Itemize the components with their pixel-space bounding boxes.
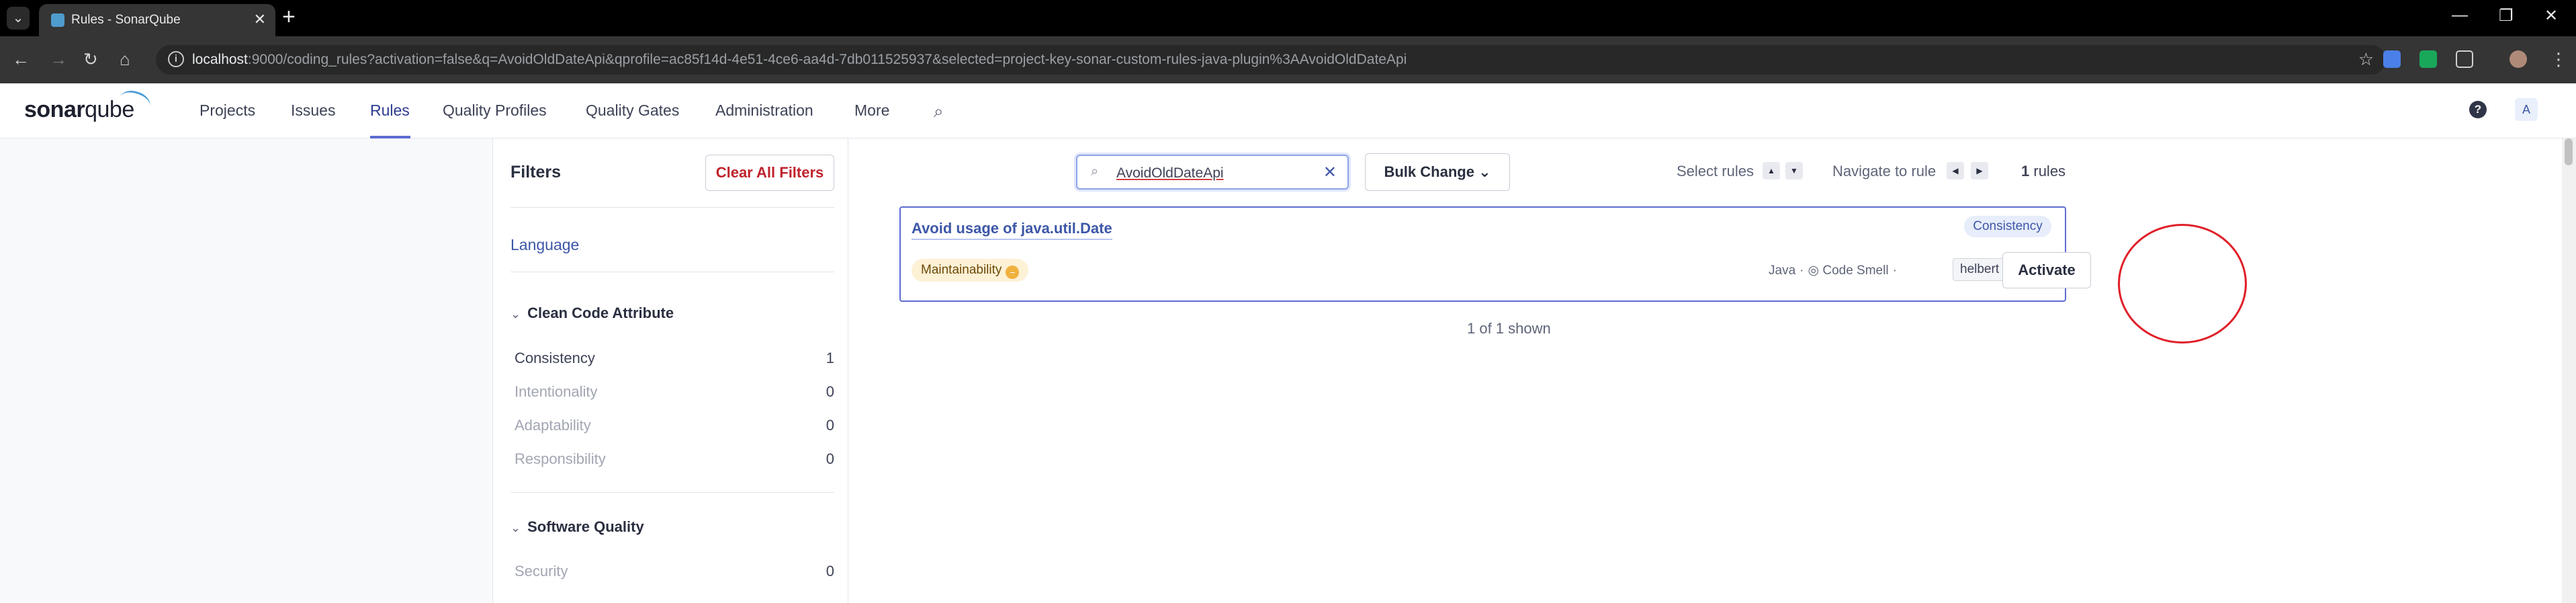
chevron-down-icon: ⌄ <box>510 307 521 321</box>
help-icon[interactable]: ? <box>2469 101 2487 118</box>
address-bar[interactable]: i localhost:9000/coding_rules?activation… <box>156 45 2386 75</box>
filters-sidebar: Filters Clear All Filters Language ⌄ Clea… <box>492 138 848 603</box>
software-quality-badge[interactable]: Maintainability − <box>912 259 1029 282</box>
nav-quality-profiles[interactable]: Quality Profiles <box>443 102 547 120</box>
nav-issues[interactable]: Issues <box>291 102 335 120</box>
sonarqube-logo[interactable]: sonarqube <box>24 97 134 123</box>
tab-search-chevron-icon[interactable]: ⌄ <box>7 7 30 30</box>
navigate-prev-rule-button[interactable]: ◀ <box>1947 162 1964 179</box>
nav-quality-gates[interactable]: Quality Gates <box>586 102 679 120</box>
new-tab-plus-icon[interactable]: + <box>282 5 296 28</box>
nav-projects[interactable]: Projects <box>199 102 255 120</box>
search-icon[interactable]: ⌕ <box>934 101 944 122</box>
severity-icon: − <box>1006 266 1020 279</box>
navigate-next-rule-button[interactable]: ▶ <box>1971 162 1988 179</box>
profile-avatar-icon[interactable] <box>2510 50 2527 68</box>
user-avatar[interactable]: A <box>2515 98 2538 121</box>
rule-language: Java <box>1769 264 1796 278</box>
rule-tag[interactable]: helbert <box>1953 258 2007 281</box>
select-next-rule-button[interactable]: ▼ <box>1785 162 1803 179</box>
rules-count: 1 rules <box>2021 163 2066 179</box>
browser-menu-icon[interactable]: ⋮ <box>2550 48 2567 71</box>
rules-main-panel: ⌕ AvoidOldDateApi ✕ Bulk Change ⌄ Select… <box>849 138 2576 603</box>
software-quality-header[interactable]: ⌄ Software Quality <box>510 518 644 536</box>
select-previous-rule-button[interactable]: ▲ <box>1763 162 1780 179</box>
clean-code-attribute-header[interactable]: ⌄ Clean Code Attribute <box>510 305 674 322</box>
select-rules-label: Select rules <box>1677 163 1754 179</box>
filters-title: Filters <box>510 163 562 182</box>
rule-type: Code Smell <box>1822 264 1889 278</box>
restore-icon[interactable]: ❐ <box>2499 6 2514 26</box>
clean-code-attribute-badge[interactable]: Consistency <box>1964 216 2051 237</box>
tab-close-icon[interactable]: ✕ <box>254 11 266 28</box>
divider <box>510 492 834 493</box>
minimize-icon[interactable]: — <box>2452 6 2468 25</box>
code-smell-icon: ◎ <box>1808 264 1820 278</box>
sonarqube-header: sonarqube Projects Issues Rules Quality … <box>0 83 2576 138</box>
extensions-puzzle-icon[interactable] <box>2456 50 2473 68</box>
nav-more[interactable]: More <box>854 102 889 120</box>
back-arrow-icon[interactable]: ← <box>12 48 30 71</box>
site-info-icon[interactable]: i <box>168 51 184 67</box>
navigate-to-rule-label: Navigate to rule <box>1832 163 1937 179</box>
url-text[interactable]: localhost:9000/coding_rules?activation=f… <box>192 52 1407 68</box>
tab-title: Rules - SonarQube <box>71 13 181 27</box>
window-close-icon[interactable]: ✕ <box>2544 6 2558 26</box>
grammar-extension-icon[interactable] <box>2419 50 2437 68</box>
scrollbar-thumb[interactable] <box>2565 138 2573 165</box>
search-input-value[interactable]: AvoidOldDateApi <box>1116 165 1224 182</box>
translate-extension-icon[interactable] <box>2383 50 2401 68</box>
bulk-change-button[interactable]: Bulk Change ⌄ <box>1365 153 1510 191</box>
chevron-down-icon: ⌄ <box>510 521 521 534</box>
results-shown-count: 1 of 1 shown <box>1467 320 1551 337</box>
rule-card[interactable]: Avoid usage of java.util.Date Consistenc… <box>899 206 2091 302</box>
clear-all-filters-button[interactable]: Clear All Filters <box>705 155 834 191</box>
rule-title-link[interactable]: Avoid usage of java.util.Date <box>912 220 1112 240</box>
reload-icon[interactable]: ↻ <box>83 48 98 71</box>
divider <box>510 207 834 208</box>
forward-arrow-icon[interactable]: → <box>50 48 67 71</box>
nav-administration[interactable]: Administration <box>715 102 813 120</box>
page-scrollbar[interactable] <box>2562 138 2576 603</box>
highlight-annotation-circle <box>2118 224 2247 344</box>
browser-toolbar: ← → ↻ ⌂ i localhost:9000/coding_rules?ac… <box>0 36 2576 83</box>
sonarqube-favicon-icon <box>51 13 64 27</box>
bookmark-star-icon[interactable]: ☆ <box>2358 49 2374 70</box>
chevron-down-icon: ⌄ <box>1478 163 1491 180</box>
nav-rules[interactable]: Rules <box>370 102 410 120</box>
rule-search-input[interactable]: ⌕ AvoidOldDateApi ✕ <box>1076 155 1349 190</box>
home-icon[interactable]: ⌂ <box>120 48 130 71</box>
clear-search-icon[interactable]: ✕ <box>1323 163 1337 182</box>
language-filter-link[interactable]: Language <box>510 236 579 254</box>
search-icon: ⌕ <box>1091 164 1099 179</box>
rule-meta: Java · ◎ Code Smell · <box>1769 264 1897 278</box>
browser-tab[interactable]: Rules - SonarQube ✕ <box>39 4 275 36</box>
activate-button[interactable]: Activate <box>2002 252 2091 288</box>
browser-tab-bar: ⌄ Rules - SonarQube ✕ + — ❐ ✕ <box>0 0 2576 36</box>
